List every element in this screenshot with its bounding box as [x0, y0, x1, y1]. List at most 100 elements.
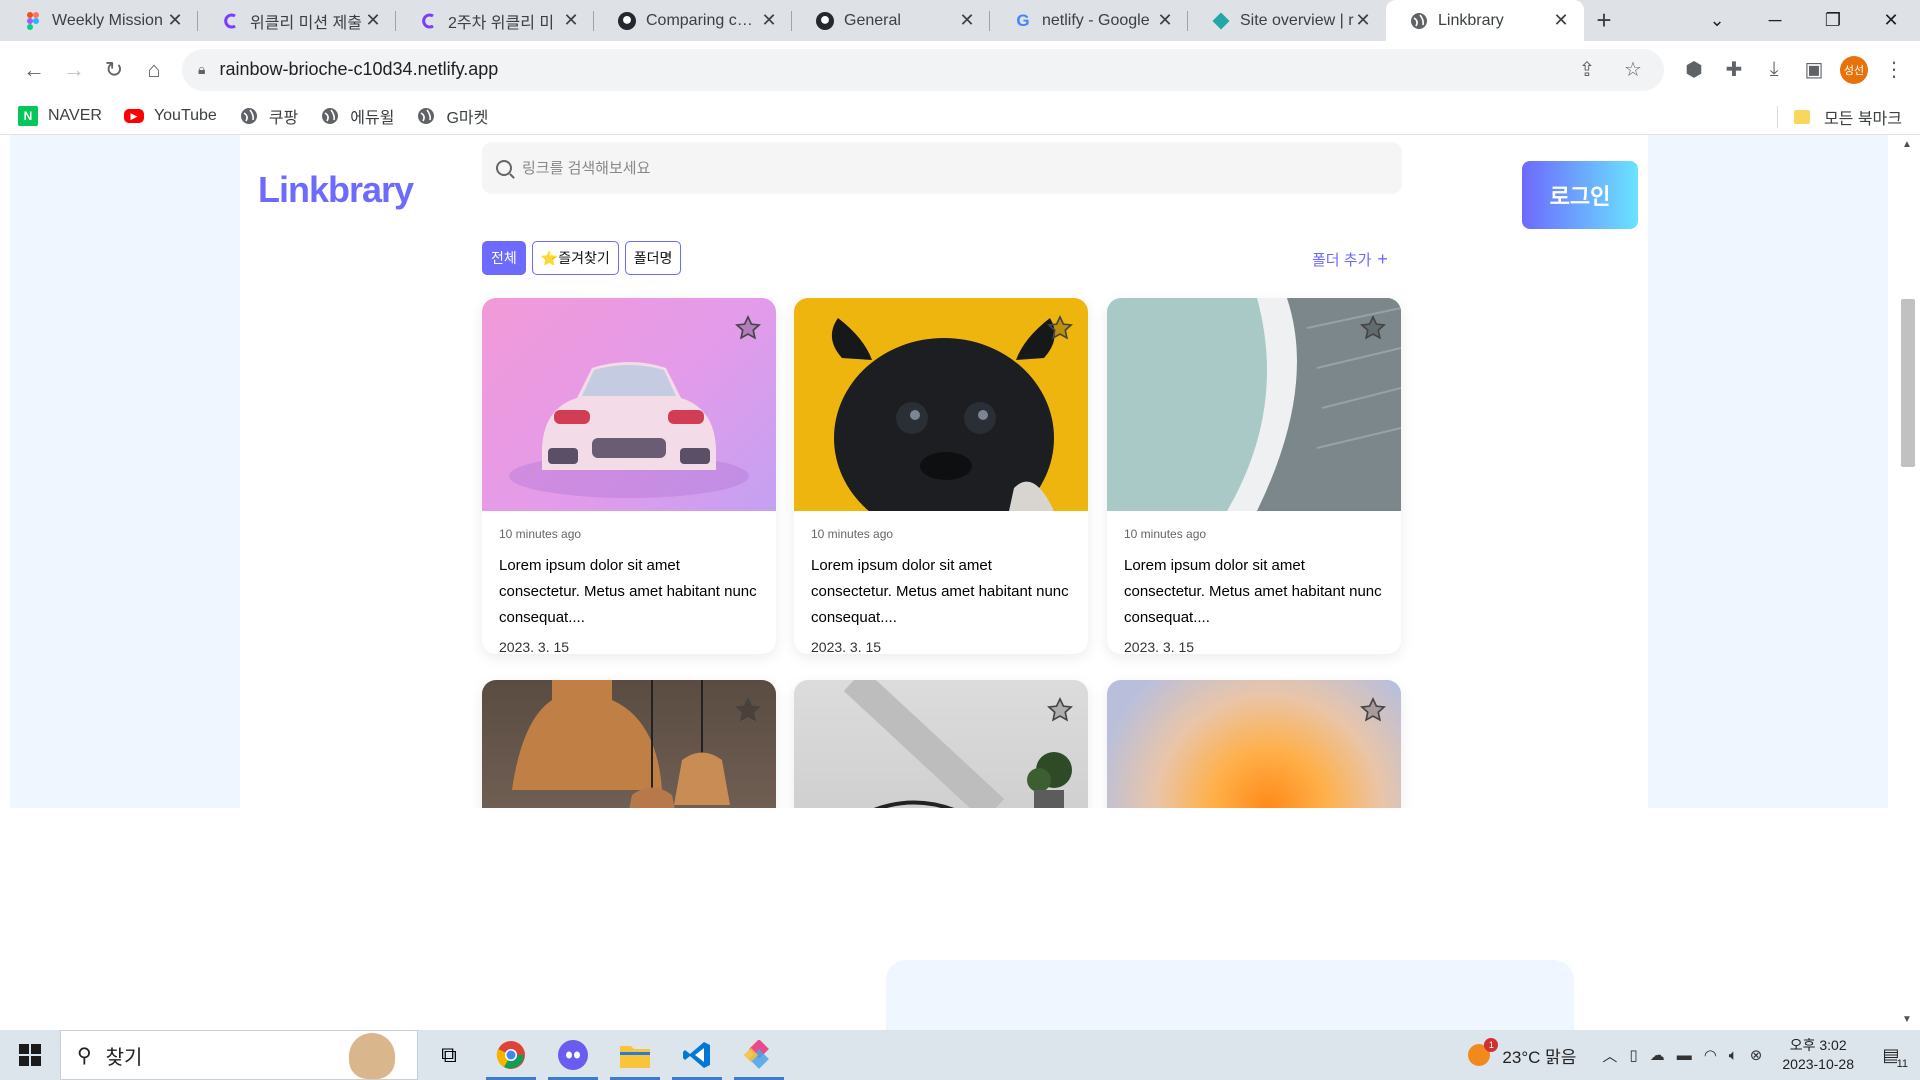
battery-icon[interactable]: ▬: [1677, 1047, 1692, 1064]
page-scrollbar[interactable]: ▲ ▼: [1896, 135, 1920, 1029]
ime-icon[interactable]: ⊗: [1750, 1046, 1763, 1064]
chip-favorites[interactable]: ⭐즐겨찾기: [531, 241, 619, 275]
back-icon[interactable]: ←: [14, 50, 54, 90]
bookmark-star-icon[interactable]: ☆: [1618, 57, 1648, 82]
tab-linkbrary[interactable]: Linkbrary ✕: [1386, 0, 1584, 41]
share-icon[interactable]: ⇪: [1572, 57, 1602, 82]
chip-folder-name[interactable]: 폴더명: [624, 241, 682, 275]
extension-icon[interactable]: ⬢: [1674, 50, 1714, 90]
search-input[interactable]: [522, 159, 1322, 177]
address-bar[interactable]: 🔒︎ rainbow-brioche-c10d34.netlify.app ⇪ …: [182, 48, 1664, 91]
reload-icon[interactable]: ↻: [94, 50, 134, 90]
close-icon[interactable]: ✕: [1354, 10, 1372, 31]
folder-chips: 전체 ⭐즐겨찾기 폴더명: [482, 241, 682, 275]
close-icon[interactable]: ✕: [364, 10, 382, 31]
chrome-icon[interactable]: [480, 1030, 542, 1080]
minimize-icon[interactable]: ─: [1746, 10, 1804, 31]
close-icon[interactable]: ✕: [760, 10, 778, 31]
bookmark-youtube[interactable]: ▶ YouTube: [123, 107, 217, 125]
new-tab-button[interactable]: +: [1584, 0, 1624, 41]
bookmark-label: NAVER: [48, 107, 102, 124]
vscode-icon[interactable]: [666, 1030, 728, 1080]
card-description: Lorem ipsum dolor sit amet consectetur. …: [499, 557, 757, 626]
link-card[interactable]: 10 minutes ago Lorem ipsum dolor sit ame…: [794, 298, 1088, 654]
tab-weekly-submit[interactable]: 위클리 미션 제출 ✕: [198, 0, 396, 41]
close-icon[interactable]: ✕: [958, 10, 976, 31]
star-icon[interactable]: [1359, 314, 1387, 342]
home-icon[interactable]: ⌂: [134, 50, 174, 90]
device-icon[interactable]: ▯: [1629, 1046, 1637, 1064]
tab-title: Weekly Mission: [52, 11, 163, 29]
link-card[interactable]: 10 minutes ago Lorem ipsum dolor sit ame…: [482, 298, 776, 654]
architecture-image: [1227, 298, 1401, 511]
file-explorer-icon[interactable]: [604, 1030, 666, 1080]
link-card[interactable]: 10 minutes ago Lorem ipsum dolor sit ame…: [1107, 298, 1401, 654]
side-panel-icon[interactable]: ▣: [1794, 50, 1834, 90]
tab-site-overview[interactable]: Site overview | r ✕: [1188, 0, 1386, 41]
star-icon[interactable]: [734, 314, 762, 342]
all-bookmarks[interactable]: 모든 북마크: [1776, 98, 1902, 135]
weather-widget[interactable]: 1 23°C 맑음: [1468, 1038, 1577, 1068]
close-icon[interactable]: ✕: [562, 10, 580, 31]
login-button[interactable]: 로그인: [1522, 161, 1638, 229]
tab-title: Linkbrary: [1438, 11, 1504, 29]
close-icon[interactable]: ✕: [1552, 10, 1570, 31]
chevron-up-icon[interactable]: ︿: [1602, 1045, 1617, 1066]
codeit-icon: [222, 12, 240, 30]
bookmark-eduwill[interactable]: 에듀윌: [320, 104, 394, 128]
restore-icon[interactable]: ❐: [1804, 10, 1862, 31]
url-text[interactable]: rainbow-brioche-c10d34.netlify.app: [219, 59, 1556, 80]
chip-all[interactable]: 전체: [482, 241, 526, 275]
bookmark-label: G마켓: [446, 110, 489, 127]
profile-avatar[interactable]: 성선: [1840, 55, 1868, 84]
system-tray: 1 23°C 맑음 ︿ ▯ ☁ ▬ ◠ 🔈︎ ⊗ 오후 3:02 2023-10…: [1468, 1030, 1920, 1080]
menu-icon[interactable]: ⋮: [1874, 50, 1914, 90]
weather-text: 23°C 맑음: [1502, 1047, 1577, 1067]
task-view-icon[interactable]: ⧉: [418, 1030, 480, 1080]
cloud-icon[interactable]: ☁: [1650, 1046, 1665, 1064]
wifi-icon[interactable]: ◠: [1704, 1046, 1717, 1064]
forward-icon[interactable]: →: [54, 50, 94, 90]
tab-comparing[interactable]: Comparing code ✕: [594, 0, 792, 41]
star-icon[interactable]: [1046, 696, 1074, 724]
star-icon[interactable]: [734, 696, 762, 724]
browser-toolbar: ← → ↻ ⌂ 🔒︎ rainbow-brioche-c10d34.netlif…: [0, 41, 1920, 98]
close-window-icon[interactable]: ✕: [1862, 10, 1920, 31]
bookmark-naver[interactable]: N NAVER: [18, 106, 102, 126]
bookmark-coupang[interactable]: 쿠팡: [239, 104, 298, 128]
tab-search-icon[interactable]: ⌄: [1688, 10, 1746, 31]
figma-icon: [24, 11, 42, 30]
search-icon: ⚲: [77, 1044, 92, 1067]
clock[interactable]: 오후 3:02 2023-10-28: [1782, 1036, 1854, 1074]
tab-title: 위클리 미션 제출: [250, 14, 362, 32]
bookmark-gmarket[interactable]: G마켓: [416, 104, 488, 128]
star-icon[interactable]: [1046, 314, 1074, 342]
card-time: 10 minutes ago: [1124, 527, 1207, 541]
netlify-icon: [1212, 12, 1230, 30]
lock-icon[interactable]: 🔒︎: [198, 61, 205, 78]
tab-netlify-google[interactable]: G netlify - Google ✕: [990, 0, 1188, 41]
notification-icon[interactable]: ▤ 11: [1872, 1045, 1910, 1070]
scroll-down-icon[interactable]: ▼: [1902, 1014, 1912, 1025]
tab-general[interactable]: General ✕: [792, 0, 990, 41]
tab-weekly-mission[interactable]: Weekly Mission ✕: [0, 0, 198, 41]
puzzle-icon[interactable]: ✚: [1714, 50, 1754, 90]
scrollbar-thumb[interactable]: [1901, 299, 1915, 467]
discord-icon[interactable]: [542, 1030, 604, 1080]
linkbrary-logo[interactable]: Linkbrary: [258, 169, 414, 211]
clock-time: 오후 3:02: [1789, 1037, 1847, 1053]
close-icon[interactable]: ✕: [1156, 10, 1174, 31]
download-icon[interactable]: ⤓: [1754, 50, 1794, 90]
tab-title: General: [844, 11, 901, 29]
volume-icon[interactable]: 🔈︎: [1729, 1047, 1738, 1064]
git-tool-icon[interactable]: [728, 1030, 790, 1080]
windows-start-icon[interactable]: [0, 1030, 60, 1080]
tab-week2[interactable]: 2주차 위클리 미 ✕: [396, 0, 594, 41]
star-icon[interactable]: [1359, 696, 1387, 724]
add-folder-button[interactable]: 폴더 추가 +: [1312, 249, 1388, 270]
close-icon[interactable]: ✕: [166, 10, 184, 31]
scroll-up-icon[interactable]: ▲: [1902, 139, 1912, 150]
link-search-bar[interactable]: [482, 142, 1402, 194]
taskbar-search[interactable]: ⚲ 찾기: [60, 1030, 418, 1080]
clock-date: 2023-10-28: [1782, 1056, 1854, 1072]
